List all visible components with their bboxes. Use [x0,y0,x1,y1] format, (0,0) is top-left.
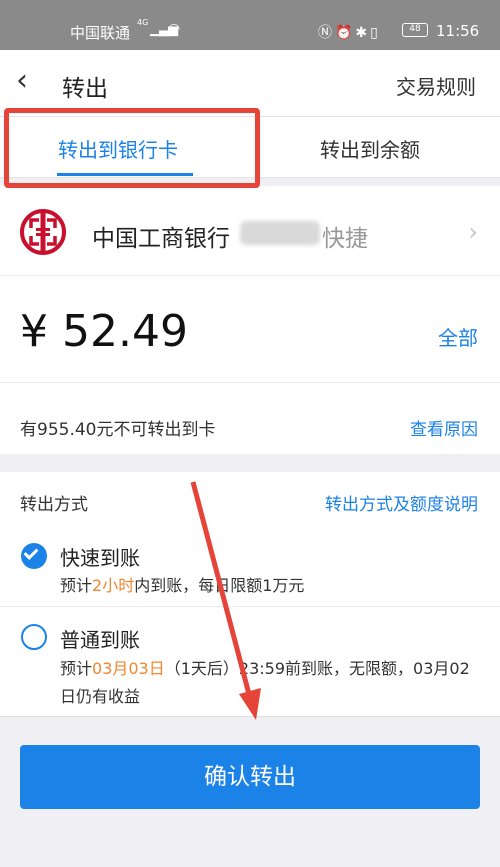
clock: 11:56 [436,22,480,40]
radio-unchecked-icon[interactable] [21,624,47,650]
page-title: 转出 [62,76,108,102]
wifi-icon: ◠ [168,21,181,37]
transfer-limit-notice: 有955.40元不可转出到卡 查看原因 [0,382,500,454]
option-description: 预计03月03日（1天后）23:59前到账，无限额，03月02日仍有收益 [60,659,470,706]
radio-checked-icon[interactable] [21,543,47,569]
annotation-highlight-box [4,108,260,188]
highlight-text: 03月03日 [92,659,165,678]
highlight-text: 2小时 [92,576,135,595]
bank-name: 中国工商银行 [92,226,230,252]
chevron-right-icon: › [468,218,478,246]
carrier-label: 中国联通 [70,24,131,42]
network-type: 4G [137,18,149,27]
status-bar: 中国联通 4G ▁▃▅ ◠ Ⓝ⏰✱▯ 48 11:56 [0,0,500,50]
method-label: 转出方式 [20,495,88,515]
system-status-icons: Ⓝ⏰✱▯ [318,25,381,41]
view-reason-link[interactable]: 查看原因 [410,415,478,440]
confirm-transfer-button[interactable]: 确认转出 [20,745,480,809]
tab-to-balance[interactable]: 转出到余额 [320,134,420,163]
notice-text: 有955.40元不可转出到卡 [20,420,216,440]
trade-rules-link[interactable]: 交易规则 [396,71,476,100]
option-title: 快速到账 [60,546,140,570]
transfer-method-section: 转出方式 转出方式及额度说明 快速到账 预计2小时内到账，每日限额1万元 普通到… [0,472,500,716]
method-explain-link[interactable]: 转出方式及额度说明 [325,490,478,515]
all-amount-button[interactable]: 全部 [438,322,478,351]
bank-card-selector[interactable]: 中国工商银行 快捷 › [0,186,500,276]
bank-tag: 快捷 [322,226,368,252]
option-fast[interactable]: 快速到账 预计2小时内到账，每日限额1万元 [0,534,500,606]
option-normal[interactable]: 普通到账 预计03月03日（1天后）23:59前到账，无限额，03月02日仍有收… [0,606,500,716]
option-title: 普通到账 [60,628,140,652]
chevron-left-icon[interactable]: ‹ [16,64,28,98]
battery-icon: 48 [402,23,428,37]
amount-section: ¥ 52.49 全部 [0,276,500,382]
icbc-logo-icon [20,209,66,255]
amount-input[interactable]: ¥ 52.49 [20,306,188,357]
masked-card-number [240,221,320,245]
nav-header: ‹ 转出 交易规则 [0,50,500,116]
option-description: 预计2小时内到账，每日限额1万元 [60,576,305,595]
divider [0,716,500,717]
